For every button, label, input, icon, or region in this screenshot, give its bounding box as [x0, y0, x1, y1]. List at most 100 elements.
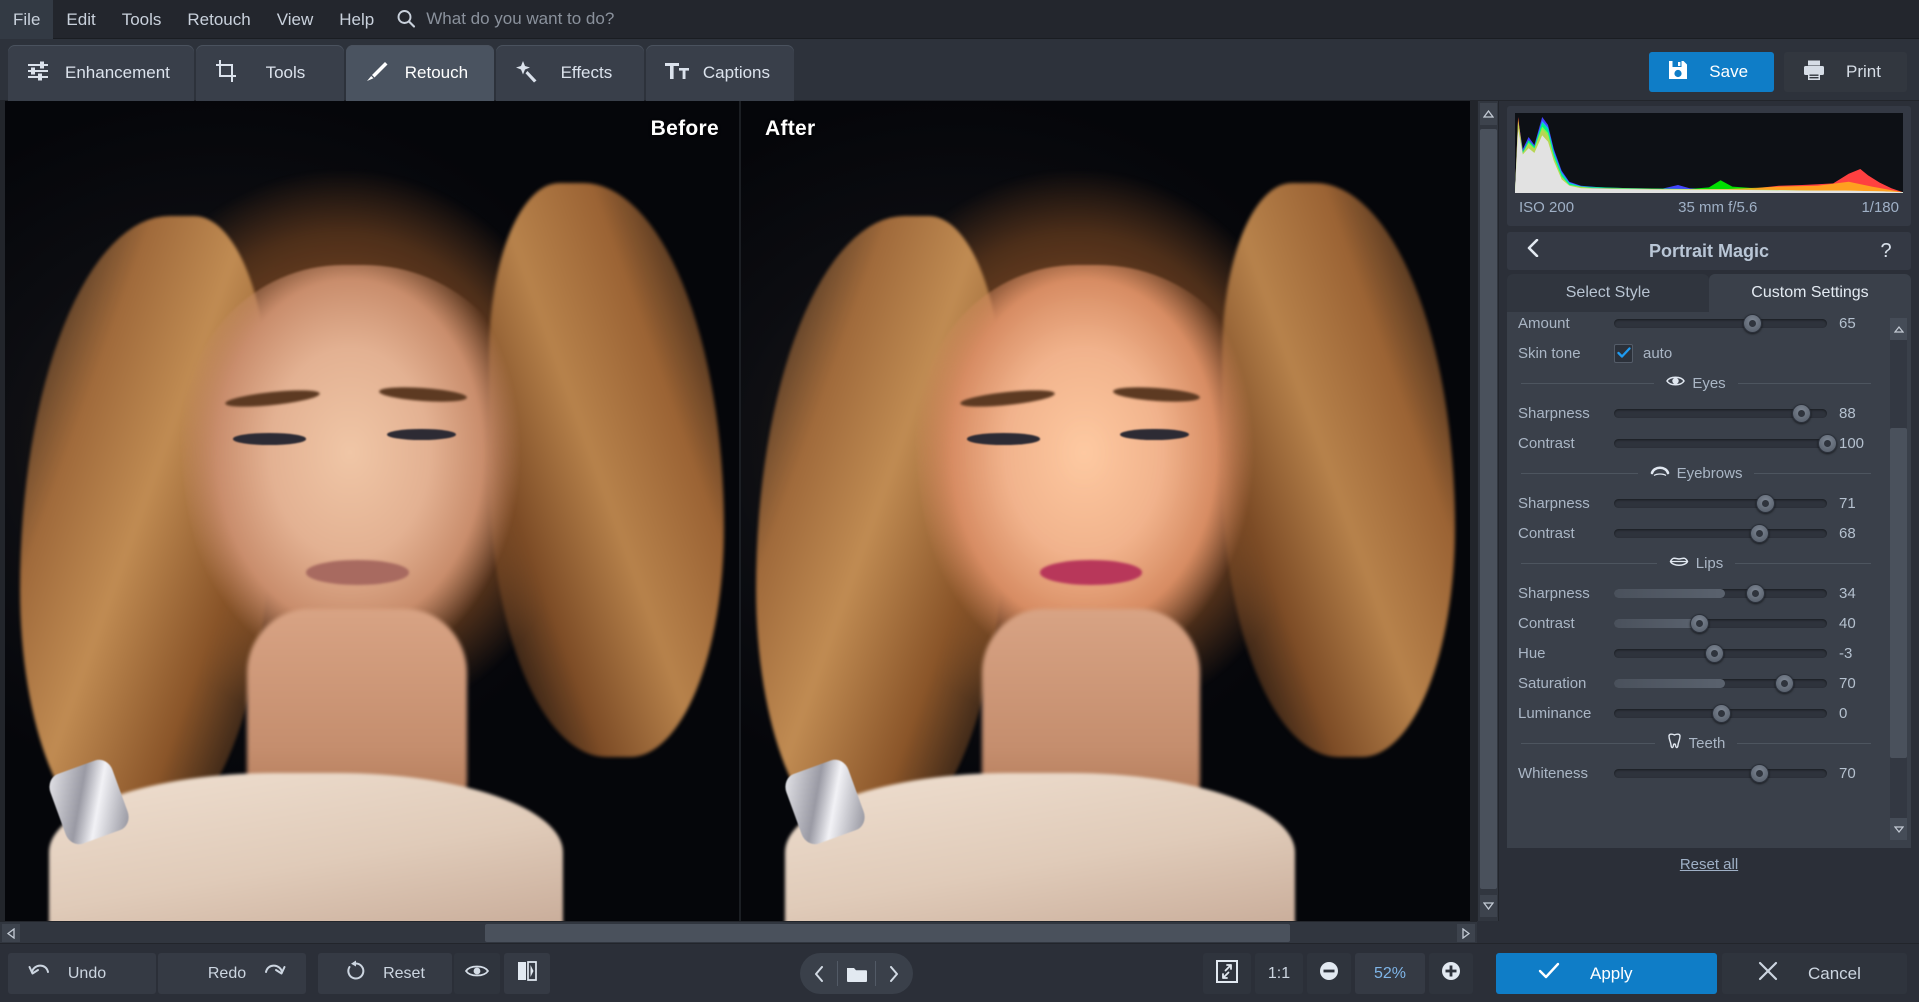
menu-tools[interactable]: Tools [109, 0, 175, 39]
undo-button[interactable]: Undo [8, 953, 156, 994]
module-title: Portrait Magic [1648, 240, 1770, 261]
scroll-right-arrow[interactable] [1457, 924, 1475, 942]
magic-wand-icon [514, 59, 540, 88]
slider-handle[interactable] [1743, 313, 1763, 333]
zoom-out-button[interactable] [1307, 953, 1351, 994]
checkbox-label: auto [1643, 344, 1673, 362]
tab-custom-settings[interactable]: Custom Settings [1709, 274, 1911, 312]
slider-handle[interactable] [1705, 643, 1725, 663]
chevron-left-icon[interactable] [1521, 238, 1543, 263]
main-toolbar: Enhancement Tools Retouch Effects Captio… [0, 39, 1919, 101]
search-box[interactable]: What do you want to do? [395, 8, 614, 30]
setting-slider[interactable] [1614, 433, 1837, 453]
settings-scroll-up-arrow[interactable] [1890, 318, 1907, 340]
image-canvas[interactable]: Before After [0, 101, 1500, 921]
folder-icon[interactable] [838, 965, 876, 983]
redo-button[interactable]: Redo [158, 953, 306, 994]
setting-value: 0 [1839, 704, 1848, 722]
tooth-icon [1667, 732, 1682, 754]
slider-handle[interactable] [1745, 583, 1765, 603]
setting-slider[interactable] [1614, 763, 1827, 783]
zoom-in-button[interactable] [1429, 953, 1473, 994]
menu-edit[interactable]: Edit [53, 0, 108, 39]
cancel-button[interactable]: Cancel [1722, 953, 1907, 994]
canvas-vertical-scrollbar[interactable] [1477, 101, 1498, 921]
tab-label: Effects [560, 63, 613, 82]
eye-icon [464, 963, 490, 984]
canvas-horizontal-scrollbar[interactable] [0, 921, 1477, 943]
section-label: Teeth [1688, 734, 1726, 752]
setting-value: 100 [1839, 434, 1865, 452]
tab-select-style-label: Select Style [1565, 284, 1651, 301]
nav-separator-right [875, 961, 876, 986]
slider-handle[interactable] [1749, 763, 1769, 783]
scroll-up-arrow[interactable] [1480, 103, 1497, 125]
setting-slider[interactable] [1614, 703, 1827, 723]
tab-tools[interactable]: Tools [195, 45, 344, 101]
tab-enhancement[interactable]: Enhancement [8, 45, 194, 101]
actual-size-button[interactable]: 1:1 [1255, 953, 1303, 994]
scroll-down-arrow[interactable] [1480, 895, 1497, 917]
plus-circle-icon [1440, 960, 1462, 987]
reset-all-link[interactable]: Reset all [1499, 856, 1919, 873]
setting-slider[interactable] [1614, 673, 1827, 693]
slider-handle[interactable] [1749, 523, 1769, 543]
question-mark-icon[interactable]: ? [1875, 240, 1897, 263]
before-image-pane[interactable]: Before [5, 101, 739, 921]
settings-scroll-down-arrow[interactable] [1890, 818, 1907, 840]
section-label: Eyebrows [1676, 464, 1743, 482]
divider-line-right [1754, 472, 1872, 474]
setting-row: Amount 65 [1507, 312, 1885, 338]
scroll-left-arrow[interactable] [2, 924, 20, 942]
fit-to-screen-button[interactable] [1203, 953, 1251, 994]
apply-button[interactable]: Apply [1496, 953, 1717, 994]
setting-slider[interactable] [1614, 613, 1827, 633]
skin-tone-auto-checkbox[interactable] [1614, 343, 1633, 363]
divider-line-left [1521, 382, 1655, 384]
tab-retouch[interactable]: Retouch [345, 45, 494, 101]
tab-select-style[interactable]: Select Style [1507, 274, 1709, 312]
canvas-horizontal-scroll-thumb[interactable] [485, 924, 1290, 942]
after-image-pane[interactable]: After [741, 101, 1470, 921]
slider-handle[interactable] [1756, 493, 1776, 513]
zoom-level-display[interactable]: 52% [1355, 953, 1425, 994]
slider-handle[interactable] [1690, 613, 1710, 633]
print-button[interactable]: Print [1784, 52, 1907, 92]
slider-handle[interactable] [1792, 403, 1812, 423]
slider-handle[interactable] [1818, 433, 1837, 453]
divider-line-left [1521, 472, 1638, 474]
setting-slider[interactable] [1614, 583, 1827, 603]
menu-view[interactable]: View [264, 0, 327, 39]
setting-slider[interactable] [1614, 313, 1827, 333]
setting-slider[interactable] [1614, 493, 1827, 513]
setting-label: Saturation [1518, 674, 1587, 692]
tab-captions[interactable]: Captions [645, 45, 795, 101]
eye-icon [1666, 374, 1686, 392]
save-button[interactable]: Save [1649, 52, 1775, 92]
setting-slider[interactable] [1614, 523, 1827, 543]
setting-value: 34 [1839, 584, 1856, 602]
slider-handle[interactable] [1711, 703, 1731, 723]
menu-file[interactable]: File [0, 0, 54, 39]
setting-label: Hue [1518, 644, 1546, 662]
compare-view-button[interactable] [504, 953, 550, 994]
slider-handle[interactable] [1775, 673, 1795, 693]
preview-toggle-button[interactable] [454, 953, 500, 994]
canvas-vertical-scroll-thumb[interactable] [1480, 129, 1497, 889]
menu-retouch[interactable]: Retouch [174, 0, 263, 39]
menu-help[interactable]: Help [326, 0, 387, 39]
histogram-chart [1515, 113, 1903, 193]
settings-scroll-thumb[interactable] [1890, 428, 1907, 758]
reset-button[interactable]: Reset [318, 953, 452, 994]
text-icon [664, 60, 690, 87]
setting-slider[interactable] [1614, 643, 1827, 663]
next-image-button[interactable] [875, 965, 913, 982]
application-window: File Edit Tools Retouch View Help What d… [0, 0, 1919, 1002]
prev-image-button[interactable] [800, 965, 838, 982]
setting-label: Contrast [1518, 614, 1575, 632]
divider-line-left [1521, 742, 1655, 744]
tab-effects[interactable]: Effects [495, 45, 644, 101]
settings-scrollbar[interactable] [1890, 318, 1907, 840]
setting-row: Contrast 40 [1507, 608, 1885, 638]
setting-slider[interactable] [1614, 403, 1827, 423]
